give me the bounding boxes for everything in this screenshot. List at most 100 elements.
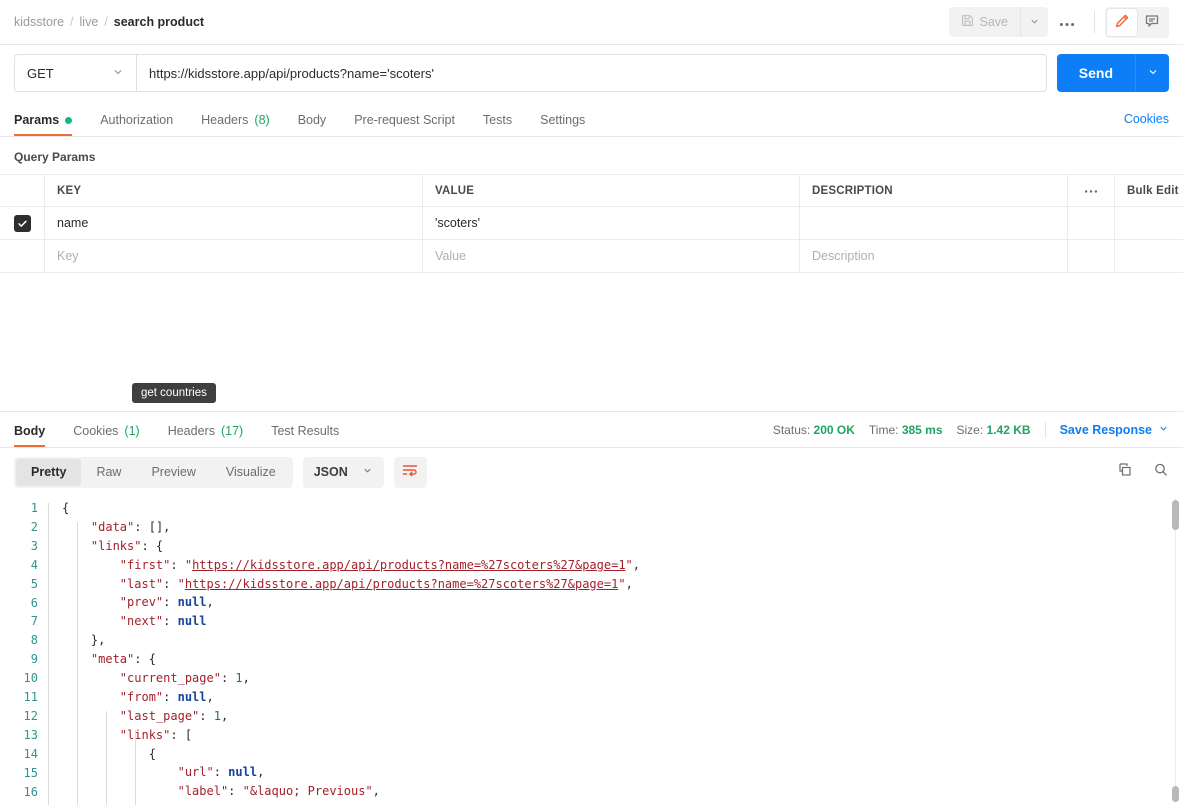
json-token-n: 1 <box>235 671 243 686</box>
code-line: "links": { <box>62 537 1183 556</box>
json-token-k: "links" <box>119 727 171 742</box>
url-input[interactable] <box>136 54 1047 92</box>
tab-params[interactable]: Params <box>14 113 73 136</box>
view-mode-pretty[interactable]: Pretty <box>16 458 82 486</box>
json-token-k: "prev" <box>119 595 164 610</box>
bulk-edit-button[interactable]: Bulk Edit <box>1115 175 1183 206</box>
json-token-p: : <box>199 708 214 723</box>
json-token-p: , <box>206 595 214 610</box>
send-button[interactable]: Send <box>1056 54 1135 92</box>
tab-response-cookies-count: (1) <box>124 424 140 438</box>
ellipsis-icon <box>1059 15 1075 30</box>
send-options-button[interactable] <box>1135 54 1169 92</box>
line-number-gutter: 1 2 3 4 5 6 7 8 9 10 11 12 13 14 15 16 <box>0 499 48 802</box>
json-token-s: " <box>618 576 626 591</box>
status-badge[interactable]: Status: 200 OK <box>773 423 855 437</box>
breadcrumb: kidsstore / live / search product <box>14 15 204 29</box>
tab-test-results[interactable]: Test Results <box>271 424 339 447</box>
vertical-scrollbar-thumb[interactable] <box>1172 500 1179 530</box>
copy-icon <box>1117 462 1133 483</box>
view-mode-toggle <box>1105 6 1169 38</box>
json-url-link[interactable]: https://kidsstore.app/api/products?name=… <box>185 577 618 591</box>
response-format-select[interactable]: JSON <box>302 456 384 488</box>
json-token-k: "last" <box>119 576 164 591</box>
tab-response-headers[interactable]: Headers (17) <box>168 424 243 447</box>
comment-button[interactable] <box>1137 9 1167 36</box>
chevron-down-icon <box>362 465 373 479</box>
comment-icon <box>1144 13 1160 32</box>
line-number: 13 <box>23 727 38 742</box>
breadcrumb-item-collection[interactable]: kidsstore <box>14 15 64 29</box>
save-response-label: Save Response <box>1059 423 1152 437</box>
view-mode-preview[interactable]: Preview <box>136 459 210 486</box>
new-param-key-input[interactable]: Key <box>45 240 423 272</box>
code-line: "url": null, <box>62 763 1183 782</box>
param-description-input[interactable] <box>800 207 1068 239</box>
view-mode-visualize[interactable]: Visualize <box>211 459 291 486</box>
request-more-options-button[interactable] <box>1050 7 1084 37</box>
new-param-description-input[interactable]: Description <box>800 240 1068 272</box>
tab-params-label: Params <box>14 113 60 127</box>
params-more-options-button[interactable] <box>1068 175 1115 206</box>
header-checkbox-cell <box>0 175 45 206</box>
breadcrumb-item-folder[interactable]: live <box>80 15 99 29</box>
param-value-input[interactable]: 'scoters' <box>423 207 800 239</box>
word-wrap-toggle[interactable] <box>393 456 427 488</box>
save-button[interactable]: Save <box>948 7 1020 37</box>
line-number: 6 <box>30 595 38 610</box>
edit-mode-button[interactable] <box>1107 8 1137 36</box>
json-token-p: : <box>163 689 178 704</box>
tab-settings[interactable]: Settings <box>540 113 585 136</box>
tab-body[interactable]: Body <box>298 113 327 136</box>
breadcrumb-item-request[interactable]: search product <box>114 15 204 29</box>
tab-response-headers-label: Headers <box>167 424 215 438</box>
code-line: "last": "https://kidsstore.app/api/produ… <box>62 575 1183 594</box>
tab-settings-label: Settings <box>540 113 586 127</box>
save-options-button[interactable] <box>1020 7 1048 37</box>
copy-button[interactable] <box>1117 462 1133 483</box>
tab-test-results-label: Test Results <box>271 424 340 438</box>
code-line: { <box>62 745 1183 764</box>
search-button[interactable] <box>1153 462 1169 483</box>
json-token-k: "last_page" <box>119 708 200 723</box>
query-params-table: KEY VALUE DESCRIPTION Bulk Edit name 'sc… <box>0 174 1183 273</box>
json-code-block: 1 2 3 4 5 6 7 8 9 10 11 12 13 14 15 16 { "data": [], "l… <box>0 495 1183 806</box>
json-url-link[interactable]: https://kidsstore.app/api/products?name=… <box>192 558 625 572</box>
size-badge[interactable]: Size: 1.42 KB <box>957 423 1031 437</box>
time-badge[interactable]: Time: 385 ms <box>869 423 943 437</box>
meta-divider <box>1044 422 1046 438</box>
param-key-input[interactable]: name <box>45 207 423 239</box>
response-toolbar: Pretty Raw Preview Visualize JSON <box>0 449 1183 495</box>
tab-headers[interactable]: Headers (8) <box>201 113 270 136</box>
chevron-down-icon <box>1029 15 1040 30</box>
horizontal-scrollbar-thumb[interactable] <box>1172 786 1179 802</box>
line-number: 16 <box>23 784 38 799</box>
save-button-label: Save <box>979 15 1009 29</box>
tab-tests[interactable]: Tests <box>483 113 512 136</box>
tab-body-label: Body <box>297 113 327 127</box>
tab-pre-request-script[interactable]: Pre-request Script <box>354 113 455 136</box>
response-body-viewer[interactable]: 1 2 3 4 5 6 7 8 9 10 11 12 13 14 15 16 { "data": [], "l… <box>0 495 1183 808</box>
line-number: 5 <box>30 576 38 591</box>
tab-response-body[interactable]: Body <box>14 424 46 447</box>
request-tabs: Params Authorization Headers (8) Body Pr… <box>0 101 1183 137</box>
cookies-link[interactable]: Cookies <box>1124 112 1169 126</box>
http-method-select[interactable]: GET <box>14 54 136 92</box>
tab-response-cookies-label: Cookies <box>73 424 119 438</box>
param-enabled-checkbox[interactable] <box>13 214 31 232</box>
view-mode-raw[interactable]: Raw <box>81 459 136 486</box>
json-token-s: " <box>184 557 193 572</box>
save-response-button[interactable]: Save Response <box>1060 423 1169 437</box>
tab-response-cookies[interactable]: Cookies (1) <box>73 424 139 447</box>
response-toolbar-actions <box>1117 462 1169 483</box>
header-description: DESCRIPTION <box>800 175 1068 206</box>
json-token-k: "next" <box>119 614 164 629</box>
new-param-value-input[interactable]: Value <box>423 240 800 272</box>
code-line: "from": null, <box>62 688 1183 707</box>
time-label: Time: <box>868 423 899 437</box>
search-icon <box>1153 462 1169 483</box>
json-token-k: "label" <box>177 784 229 799</box>
response-meta: Status: 200 OK Time: 385 ms Size: 1.42 K… <box>773 422 1169 447</box>
time-value: 385 ms <box>901 423 943 437</box>
tab-authorization[interactable]: Authorization <box>100 113 173 136</box>
